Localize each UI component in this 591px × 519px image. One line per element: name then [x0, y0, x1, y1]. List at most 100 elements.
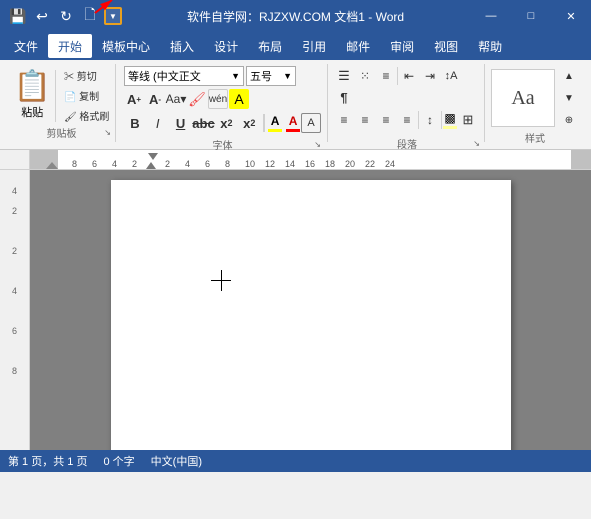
customize-quick-access-button[interactable]: ▼	[104, 7, 122, 25]
multilevel-list-button[interactable]: ≡	[376, 66, 396, 86]
bullets-button[interactable]: ☰	[334, 66, 354, 86]
ruler-white-area: 8 6 4 2 2 4 6 8 10 12 14 16 18 20 22 24	[58, 150, 571, 169]
borders-button[interactable]: ⊞	[458, 110, 478, 130]
sep2	[418, 111, 419, 129]
font-expand-icon[interactable]: ↘	[314, 140, 321, 149]
page-number: 第 1 页，共 1 页	[8, 453, 87, 469]
new-doc-button[interactable]: 🗋	[80, 6, 100, 26]
char-shading-button[interactable]: A	[229, 89, 249, 109]
align-left-button[interactable]: ≡	[334, 110, 354, 130]
menu-template-center[interactable]: 模板中心	[92, 34, 160, 58]
save-button[interactable]: 💾	[8, 6, 28, 26]
document-page[interactable]	[111, 180, 511, 450]
clipboard-sub-buttons: ✂ 剪切 📄 复制 🖌 格式刷	[58, 67, 113, 124]
align-right-button[interactable]: ≡	[376, 110, 396, 130]
ruler-gray-left	[30, 150, 58, 169]
menu-mailings[interactable]: 邮件	[336, 34, 380, 58]
ruler-main: 8 6 4 2 2 4 6 8 10 12 14 16 18 20 22 24	[30, 150, 591, 169]
underline-button[interactable]: U	[170, 112, 192, 134]
menu-references[interactable]: 引用	[292, 34, 336, 58]
menu-bar: 文件 开始 模板中心 插入 设计 布局 引用 邮件 审阅 视图 帮助	[0, 32, 591, 60]
word-count: 0 个字	[103, 453, 134, 469]
align-center-button[interactable]: ≡	[355, 110, 375, 130]
redo-button[interactable]: ↻	[56, 6, 76, 26]
cut-button[interactable]: ✂ 剪切	[60, 67, 113, 84]
document-scroll-area[interactable]	[30, 170, 591, 450]
sep3	[441, 111, 442, 129]
close-button[interactable]: ✕	[551, 0, 591, 32]
sep1	[397, 67, 398, 85]
format-painter-button[interactable]: 🖌 格式刷	[60, 107, 113, 124]
styles-group: Aa ▲ ▼ ⊕ 样式	[487, 64, 583, 142]
decrease-font-button[interactable]: A-	[145, 89, 165, 109]
ribbon: 📋 粘贴 ✂ 剪切 📄 复制 🖌 格式刷 剪贴板 ↘ 等线 (中文正文▼	[0, 60, 591, 150]
decrease-indent-button[interactable]: ⇤	[399, 66, 419, 86]
font-color-button[interactable]: A	[286, 114, 300, 132]
paragraph-group: ☰ ⁙ ≡ ⇤ ⇥ ↕A ¶ ≡ ≡ ≡ ≡ ↕ ▩	[330, 64, 485, 142]
paste-label: 粘贴	[21, 104, 43, 120]
quick-access-toolbar: 💾 ↩ ↻ 🗋 ▼	[8, 6, 122, 26]
menu-help[interactable]: 帮助	[468, 34, 512, 58]
status-bar: 第 1 页，共 1 页 0 个字 中文(中国)	[0, 450, 591, 472]
paste-button[interactable]: 📋 粘贴	[10, 70, 56, 122]
text-highlight-button[interactable]: A	[268, 114, 282, 132]
clipboard-group-label: 剪贴板 ↘	[12, 125, 111, 140]
menu-view[interactable]: 视图	[424, 34, 468, 58]
paragraph-expand-icon[interactable]: ↘	[473, 139, 480, 148]
clear-format-button[interactable]: 🖌	[187, 89, 207, 109]
minimize-button[interactable]: —	[471, 0, 511, 32]
scroll-down-button[interactable]: ▼	[559, 88, 579, 108]
language: 中文(中国)	[151, 453, 202, 469]
window-title: 软件自学网：RJZXW.COM 文档1 - Word	[187, 8, 404, 25]
more-styles-button[interactable]: ⊕	[559, 110, 579, 130]
font-size-select[interactable]: 五号▼	[246, 66, 296, 86]
left-margin-marker[interactable]	[46, 162, 58, 169]
title-bar: 💾 ↩ ↻ 🗋 ▼ 软件自学网：RJZXW.COM 文档1 - Word — □…	[0, 0, 591, 32]
document-area: 4 2 2 4 6 8	[0, 170, 591, 450]
maximize-button[interactable]: □	[511, 0, 551, 32]
menu-layout[interactable]: 布局	[248, 34, 292, 58]
indent-marker-bottom[interactable]	[146, 162, 156, 169]
window-controls: — □ ✕	[471, 0, 591, 32]
bold-button[interactable]: B	[124, 112, 146, 134]
copy-button[interactable]: 📄 复制	[60, 87, 113, 104]
scroll-up-button[interactable]: ▲	[559, 66, 579, 86]
clipboard-group: 📋 粘贴 ✂ 剪切 📄 复制 🖌 格式刷 剪贴板 ↘	[8, 64, 116, 142]
show-formatting-button[interactable]: ¶	[334, 87, 354, 107]
shading-button[interactable]: ▩	[443, 111, 457, 129]
separator	[263, 114, 265, 132]
phonetic-guide-button[interactable]: wén	[208, 89, 228, 109]
styles-scroll: ▲ ▼ ⊕	[559, 66, 579, 130]
menu-home[interactable]: 开始	[48, 34, 92, 58]
undo-button[interactable]: ↩	[32, 6, 52, 26]
line-spacing-button[interactable]: ↕	[420, 110, 440, 130]
change-case-button[interactable]: Aa▾	[166, 89, 186, 109]
justify-button[interactable]: ≡	[397, 110, 417, 130]
styles-group-label: 样式	[491, 130, 579, 145]
char-border-button[interactable]: A	[301, 113, 321, 133]
subscript-button[interactable]: x2	[215, 112, 237, 134]
increase-indent-button[interactable]: ⇥	[420, 66, 440, 86]
strikethrough-button[interactable]: abc	[192, 112, 214, 134]
superscript-button[interactable]: x2	[238, 112, 260, 134]
ruler-side-left	[0, 150, 30, 169]
menu-review[interactable]: 审阅	[380, 34, 424, 58]
font-group: 等线 (中文正文▼ 五号▼ A+ A- Aa▾ 🖌 wén A B I U ab…	[118, 64, 328, 142]
increase-font-button[interactable]: A+	[124, 89, 144, 109]
indent-marker-top[interactable]	[148, 153, 158, 160]
font-name-select[interactable]: 等线 (中文正文▼	[124, 66, 244, 86]
text-insertion-cursor	[221, 275, 222, 291]
clipboard-expand-icon[interactable]: ↘	[104, 128, 111, 137]
menu-design[interactable]: 设计	[204, 34, 248, 58]
menu-file[interactable]: 文件	[4, 34, 48, 58]
numbering-button[interactable]: ⁙	[355, 66, 375, 86]
menu-insert[interactable]: 插入	[160, 34, 204, 58]
sort-button[interactable]: ↕A	[441, 66, 461, 86]
ruler-gray-right	[571, 150, 591, 169]
horizontal-ruler: 8 6 4 2 2 4 6 8 10 12 14 16 18 20 22 24	[0, 150, 591, 170]
vertical-ruler: 4 2 2 4 6 8	[0, 170, 30, 450]
italic-button[interactable]: I	[147, 112, 169, 134]
style-preview-text: Aa	[511, 87, 534, 110]
paste-icon: 📋	[14, 72, 51, 102]
style-preview: Aa	[491, 69, 555, 127]
